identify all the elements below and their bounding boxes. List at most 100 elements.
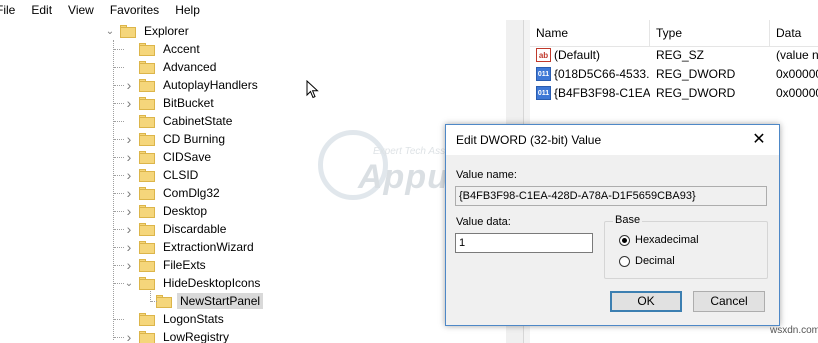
tree-node[interactable]: › BitBucket bbox=[123, 94, 217, 112]
tree-node[interactable]: NewStartPanel bbox=[140, 292, 264, 310]
folder-icon bbox=[139, 60, 155, 74]
tree-node[interactable]: › CIDSave bbox=[123, 148, 214, 166]
value-data: 0x00000 bbox=[776, 67, 818, 81]
tree-guide-line bbox=[151, 301, 157, 302]
menu-view[interactable]: View bbox=[60, 0, 102, 20]
value-type: REG_DWORD bbox=[656, 86, 736, 100]
tree-node[interactable]: › ExtractionWizard bbox=[123, 238, 257, 256]
value-name-field[interactable]: {B4FB3F98-C1EA-428D-A78A-D1F5659CBA93} bbox=[455, 186, 767, 206]
chevron-right-icon[interactable]: › bbox=[123, 256, 135, 274]
tree-node[interactable]: › Discardable bbox=[123, 220, 229, 238]
column-header-name[interactable]: Name bbox=[530, 20, 650, 46]
folder-icon bbox=[139, 150, 155, 164]
chevron-right-icon[interactable]: › bbox=[123, 166, 135, 184]
tree-node[interactable]: › ComDlg32 bbox=[123, 184, 223, 202]
tree-node-label: Desktop bbox=[163, 204, 208, 218]
column-header-type[interactable]: Type bbox=[650, 20, 770, 46]
tree-node[interactable]: › FileExts bbox=[123, 256, 209, 274]
tree-node[interactable]: › LowRegistry bbox=[123, 328, 232, 343]
tree-node-label: Accent bbox=[163, 42, 200, 56]
tree-guide-line bbox=[114, 337, 124, 338]
list-row[interactable]: ab (Default) REG_SZ (value n bbox=[530, 46, 818, 65]
tree-node[interactable]: Advanced bbox=[123, 58, 219, 76]
tree-node[interactable]: › CD Burning bbox=[123, 130, 228, 148]
tree-guide-line bbox=[114, 319, 124, 320]
tree-node-explorer[interactable]: ⌄ Explorer bbox=[104, 22, 192, 40]
tree-node-label: FileExts bbox=[163, 258, 206, 272]
close-icon[interactable]: ✕ bbox=[748, 129, 770, 151]
list-row[interactable]: 011 {B4FB3F98-C1EA... REG_DWORD 0x00000 bbox=[530, 84, 818, 103]
menu-file[interactable]: File bbox=[0, 0, 23, 20]
tree-guide-line bbox=[114, 157, 124, 158]
chevron-right-icon[interactable]: › bbox=[123, 328, 135, 343]
list-row[interactable]: 011 {018D5C66-4533... REG_DWORD 0x00000 bbox=[530, 65, 818, 84]
folder-icon bbox=[139, 168, 155, 182]
value-type: REG_SZ bbox=[656, 48, 705, 62]
tree-guide-line bbox=[114, 121, 124, 122]
folder-icon bbox=[139, 222, 155, 236]
tree-node[interactable]: › AutoplayHandlers bbox=[123, 76, 261, 94]
tree-node[interactable]: › Desktop bbox=[123, 202, 210, 220]
tree-node-label: ExtractionWizard bbox=[163, 240, 254, 254]
folder-icon bbox=[139, 312, 155, 326]
menu-help[interactable]: Help bbox=[167, 0, 208, 20]
folder-icon bbox=[139, 78, 155, 92]
folder-open-icon bbox=[120, 24, 136, 38]
folder-icon bbox=[139, 204, 155, 218]
chevron-right-icon[interactable]: › bbox=[123, 130, 135, 148]
ok-button[interactable]: OK bbox=[610, 291, 682, 312]
tree-node[interactable]: Accent bbox=[123, 40, 203, 58]
chevron-down-icon[interactable]: ⌄ bbox=[104, 22, 116, 40]
tree-node-label: NewStartPanel bbox=[177, 293, 264, 309]
chevron-right-icon[interactable]: › bbox=[123, 202, 135, 220]
chevron-right-icon[interactable]: › bbox=[123, 220, 135, 238]
tree-guide-line bbox=[114, 247, 124, 248]
tree-guide-line bbox=[114, 85, 124, 86]
tree-guide-line bbox=[114, 67, 124, 68]
chevron-right-icon[interactable]: › bbox=[123, 76, 135, 94]
tree-node[interactable]: › CLSID bbox=[123, 166, 201, 184]
tree-guide-line bbox=[114, 193, 124, 194]
folder-icon bbox=[139, 240, 155, 254]
tree-node-label: CIDSave bbox=[163, 150, 212, 164]
menu-favorites[interactable]: Favorites bbox=[102, 0, 167, 20]
chevron-right-icon[interactable]: › bbox=[123, 148, 135, 166]
menu-edit[interactable]: Edit bbox=[23, 0, 60, 20]
tree-node-label: Discardable bbox=[163, 222, 227, 236]
chevron-right-icon[interactable]: › bbox=[123, 238, 135, 256]
radio-unselected-icon bbox=[619, 255, 630, 267]
folder-icon bbox=[139, 96, 155, 110]
dialog-titlebar[interactable]: Edit DWORD (32-bit) Value ✕ bbox=[446, 125, 779, 155]
tree-guide-line bbox=[114, 283, 124, 284]
value-name-label: Value name: bbox=[456, 169, 517, 181]
tree-node[interactable]: CabinetState bbox=[123, 112, 235, 130]
folder-icon bbox=[156, 294, 172, 308]
list-header: Name Type Data bbox=[530, 20, 818, 47]
dialog-title: Edit DWORD (32-bit) Value bbox=[456, 133, 602, 147]
tree-node-label: Explorer bbox=[144, 24, 189, 38]
value-data-label: Value data: bbox=[456, 216, 511, 228]
radio-hexadecimal[interactable]: Hexadecimal bbox=[619, 234, 699, 246]
tree-node-label: BitBucket bbox=[163, 96, 214, 110]
chevron-down-icon[interactable]: ⌄ bbox=[123, 274, 135, 292]
radio-decimal[interactable]: Decimal bbox=[619, 255, 675, 267]
folder-icon bbox=[139, 186, 155, 200]
tree-guide-line bbox=[114, 175, 124, 176]
column-header-data[interactable]: Data bbox=[770, 20, 818, 46]
tree-guide-line bbox=[114, 211, 124, 212]
chevron-right-icon[interactable]: › bbox=[123, 94, 135, 112]
cancel-button[interactable]: Cancel bbox=[693, 291, 765, 312]
edit-dword-dialog: Edit DWORD (32-bit) Value ✕ Value name: … bbox=[445, 124, 780, 326]
tree-node-label: LogonStats bbox=[163, 312, 224, 326]
value-data-input[interactable]: 1 bbox=[455, 233, 593, 253]
tree-node[interactable]: ⌄ HideDesktopIcons bbox=[123, 274, 263, 292]
tree-node-label: CabinetState bbox=[163, 114, 233, 128]
chevron-right-icon[interactable]: › bbox=[123, 184, 135, 202]
tree-node[interactable]: LogonStats bbox=[123, 310, 227, 328]
tree-guide-line bbox=[114, 139, 124, 140]
value-data: 0x00000 bbox=[776, 86, 818, 100]
value-type: REG_DWORD bbox=[656, 67, 736, 81]
